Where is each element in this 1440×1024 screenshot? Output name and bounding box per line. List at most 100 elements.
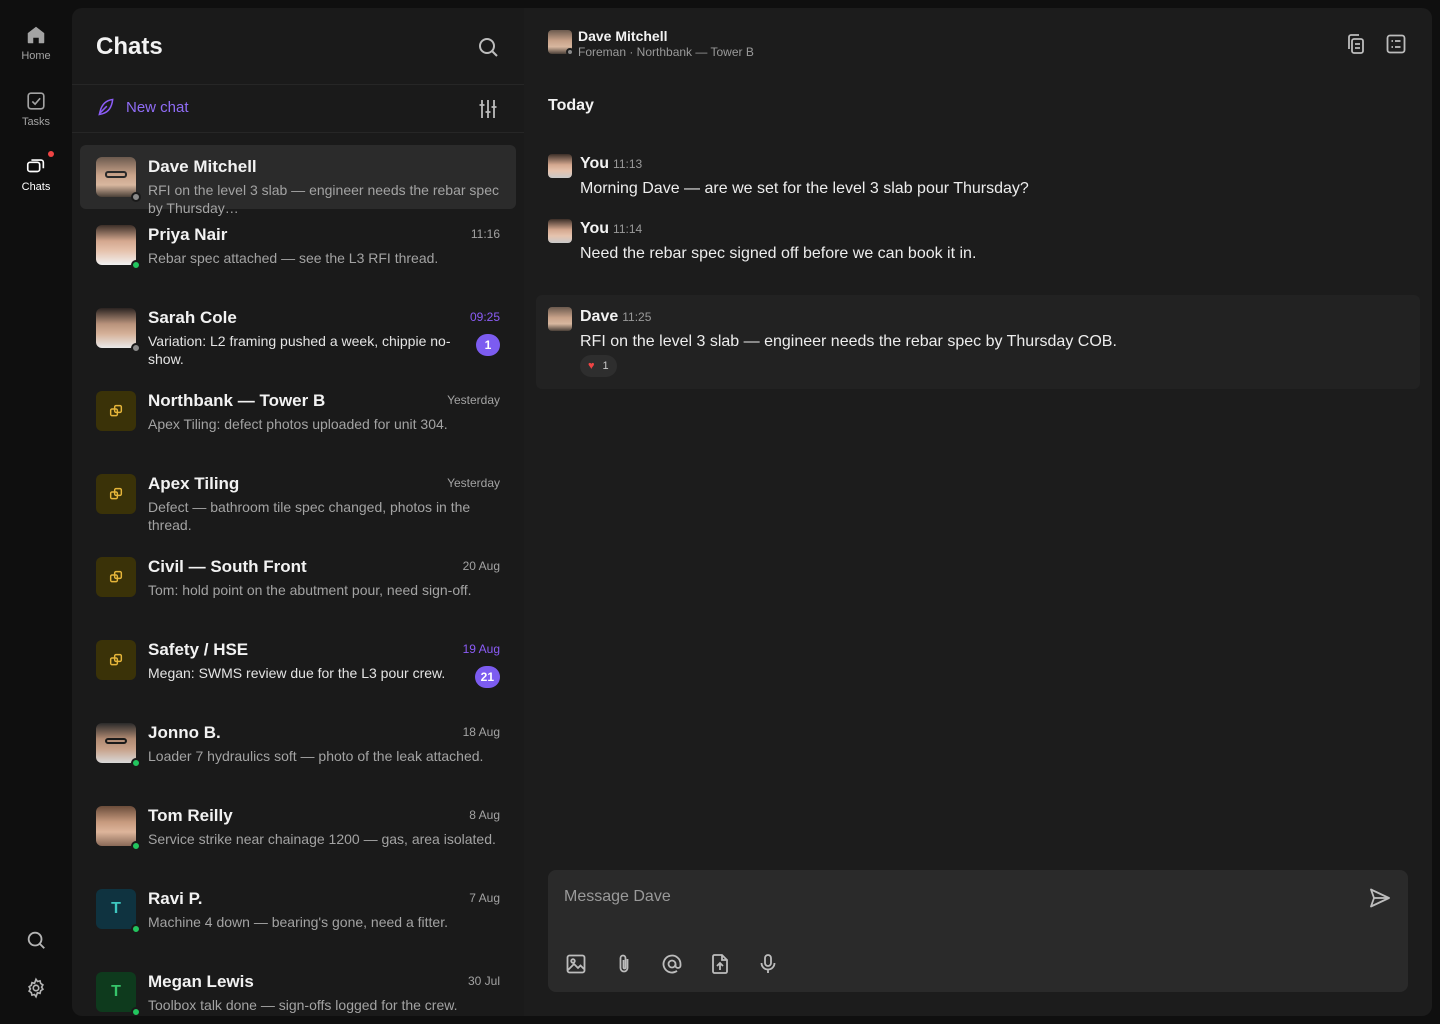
message-text: Need the rebar spec signed off before we… — [580, 245, 977, 262]
chat-preview: Apex Tiling: defect photos uploaded for … — [148, 416, 448, 432]
message-author: Dave 11:25 — [580, 308, 651, 326]
chat-preview: Rebar spec attached — see the L3 RFI thr… — [148, 250, 439, 266]
message-time: 11:25 — [622, 310, 652, 324]
reaction-chip[interactable]: ♥ 1 — [580, 355, 617, 377]
message-author-name: You — [580, 220, 610, 237]
chat-item-apex-tiling[interactable]: Apex Tiling Yesterday Defect — bathroom … — [80, 462, 516, 533]
chat-item-ravi-p[interactable]: T Ravi P. 7 Aug Machine 4 down — bearing… — [80, 877, 516, 941]
chat-item-northbank-tower-b[interactable]: Northbank — Tower B Yesterday Apex Tilin… — [80, 379, 516, 443]
message-highlighted[interactable]: Dave 11:25 RFI on the level 3 slab — engi… — [536, 295, 1420, 389]
chat-name: Apex Tiling — [148, 474, 240, 493]
page-title: Chats — [96, 33, 163, 60]
group-icon — [108, 652, 124, 668]
chat-item-jonno-b[interactable]: Jonno B. 18 Aug Loader 7 hydraulics soft… — [80, 711, 516, 775]
unread-dot — [48, 151, 54, 157]
message-input[interactable] — [564, 884, 1344, 910]
rail-home-label: Home — [21, 50, 51, 62]
group-icon — [108, 486, 124, 502]
chat-preview: RFI on the level 3 slab — engineer needs… — [148, 182, 499, 216]
unread-badge: 1 — [476, 334, 500, 356]
rail-settings-button[interactable] — [0, 977, 72, 999]
chat-name: Civil — South Front — [148, 557, 307, 576]
chat-time: 18 Aug — [462, 725, 500, 739]
heart-envelope-icon: ♥ — [588, 360, 595, 372]
status-away-dot — [566, 48, 574, 56]
chat-list-panel: Chats New chat Dave Mitchell RFI on the … — [72, 8, 524, 1016]
message-text: RFI on the level 3 slab — engineer needs… — [580, 333, 1117, 350]
message-composer — [548, 870, 1408, 992]
search-icon[interactable] — [476, 35, 500, 59]
rail-chats-label: Chats — [21, 181, 51, 193]
chat-time: 09:25 — [469, 310, 500, 324]
message-author: You 11:14 — [580, 220, 642, 238]
avatar — [548, 219, 572, 243]
status-away-dot — [131, 192, 141, 202]
conversation-panel: Dave Mitchell Foreman · Northbank — Towe… — [524, 8, 1432, 1016]
chat-item-dave-mitchell[interactable]: Dave Mitchell RFI on the level 3 slab — … — [80, 145, 516, 216]
image-icon[interactable] — [564, 952, 588, 976]
chat-name: Northbank — Tower B — [148, 391, 326, 410]
app-window: Home Tasks Chats Chats New chat Dave Mit… — [0, 0, 1440, 1024]
new-chat-button[interactable]: New chat — [96, 97, 189, 117]
chat-item-sarah-cole[interactable]: Sarah Cole 09:25 Variation: L2 framing p… — [80, 296, 516, 367]
mention-icon[interactable] — [660, 952, 684, 976]
avatar — [96, 806, 141, 851]
filter-sliders-icon[interactable] — [476, 97, 500, 121]
conversation-title: Dave Mitchell — [578, 28, 668, 44]
unread-badge: 21 — [474, 666, 500, 688]
new-chat-row: New chat — [72, 85, 524, 133]
status-online-dot — [131, 1007, 141, 1016]
chat-time: 7 Aug — [469, 891, 500, 905]
avatar — [96, 723, 141, 768]
chat-time: 11:16 — [470, 227, 500, 241]
avatar — [548, 154, 572, 178]
chat-preview: Machine 4 down — bearing's gone, need a … — [148, 914, 448, 930]
message[interactable]: You 11:14 Need the rebar spec signed off … — [536, 213, 1420, 269]
chat-preview: Megan: SWMS review due for the L3 pour c… — [148, 665, 446, 681]
chat-preview: Loader 7 hydraulics soft — photo of the … — [148, 748, 484, 764]
avatar — [96, 157, 141, 202]
chat-item-megan-lewis[interactable]: T Megan Lewis 30 Jul Toolbox talk done —… — [80, 960, 516, 1016]
initial-avatar: T — [96, 972, 141, 1016]
message-author-name: You — [580, 155, 610, 172]
chats-icon — [25, 155, 47, 177]
chat-time: Yesterday — [447, 476, 500, 490]
chat-item-civil-south-front[interactable]: Civil — South Front 20 Aug Tom: hold poi… — [80, 545, 516, 609]
chat-time: 30 Jul — [467, 974, 500, 988]
paperclip-icon[interactable] — [612, 952, 636, 976]
chat-preview: Defect — bathroom tile spec changed, pho… — [148, 499, 471, 533]
upload-file-icon[interactable] — [708, 952, 732, 976]
avatar — [548, 307, 572, 331]
day-divider: Today — [548, 97, 594, 114]
microphone-icon[interactable] — [756, 952, 780, 976]
rail-chats[interactable]: Chats — [0, 151, 72, 193]
status-online-dot — [131, 924, 141, 934]
avatar-initial: T — [111, 983, 121, 1000]
group-avatar — [96, 640, 136, 680]
send-icon[interactable] — [1368, 886, 1392, 910]
chat-item-safety-hse[interactable]: Safety / HSE 19 Aug Megan: SWMS review d… — [80, 628, 516, 692]
chat-preview: Variation: L2 framing pushed a week, chi… — [148, 333, 451, 367]
details-panel-icon[interactable] — [1384, 32, 1408, 56]
message-author-name: Dave — [580, 308, 619, 325]
chat-name: Safety / HSE — [148, 640, 249, 659]
group-avatar — [96, 474, 136, 514]
avatar — [96, 308, 141, 353]
rail-home[interactable]: Home — [0, 24, 72, 62]
chat-name: Jonno B. — [148, 723, 221, 742]
status-away-dot — [131, 343, 141, 353]
initial-avatar: T — [96, 889, 141, 934]
message-time: 11:13 — [613, 157, 643, 171]
avatar — [96, 225, 141, 270]
copy-icon[interactable] — [1344, 32, 1368, 56]
message[interactable]: You 11:13 Morning Dave — are we set for t… — [536, 148, 1420, 204]
chat-item-priya-nair[interactable]: Priya Nair 11:16 Rebar spec attached — s… — [80, 213, 516, 277]
chat-name: Ravi P. — [148, 889, 203, 908]
gear-icon — [25, 977, 47, 999]
group-icon — [108, 569, 124, 585]
rail-tasks[interactable]: Tasks — [0, 90, 72, 128]
rail-search-button[interactable] — [0, 929, 72, 951]
chat-item-tom-reilly[interactable]: Tom Reilly 8 Aug Service strike near cha… — [80, 794, 516, 858]
reaction-count: 1 — [602, 360, 609, 372]
chat-preview: Toolbox talk done — sign-offs logged for… — [148, 997, 458, 1013]
